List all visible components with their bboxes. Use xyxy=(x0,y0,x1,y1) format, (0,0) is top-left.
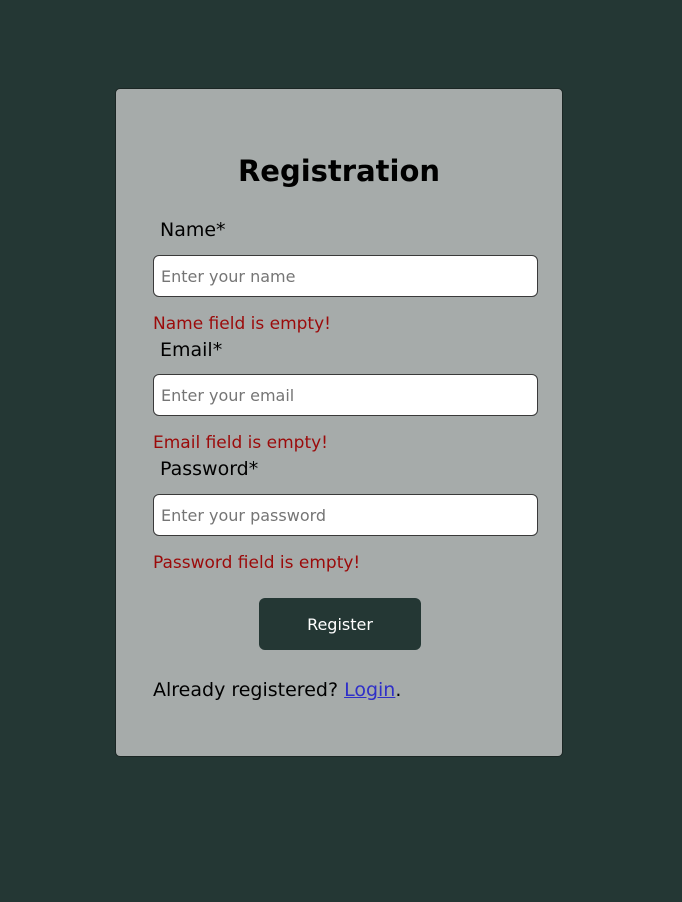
password-input[interactable] xyxy=(153,494,538,536)
login-prompt: Already registered? Login. xyxy=(153,678,401,702)
login-prompt-text: Already registered? xyxy=(153,679,345,701)
password-error: Password field is empty! xyxy=(153,553,361,573)
registration-card: Registration Name* Name field is empty! … xyxy=(115,88,563,757)
password-label: Password* xyxy=(160,458,259,480)
email-label: Email* xyxy=(160,339,223,361)
name-error: Name field is empty! xyxy=(153,314,331,334)
name-input[interactable] xyxy=(153,255,538,297)
name-label: Name* xyxy=(160,219,226,241)
email-error: Email field is empty! xyxy=(153,433,328,453)
form-title: Registration xyxy=(237,154,441,188)
email-input[interactable] xyxy=(153,374,538,416)
register-button[interactable]: Register xyxy=(259,598,421,650)
login-link[interactable]: Login xyxy=(344,679,395,701)
login-prompt-suffix: . xyxy=(395,679,402,701)
